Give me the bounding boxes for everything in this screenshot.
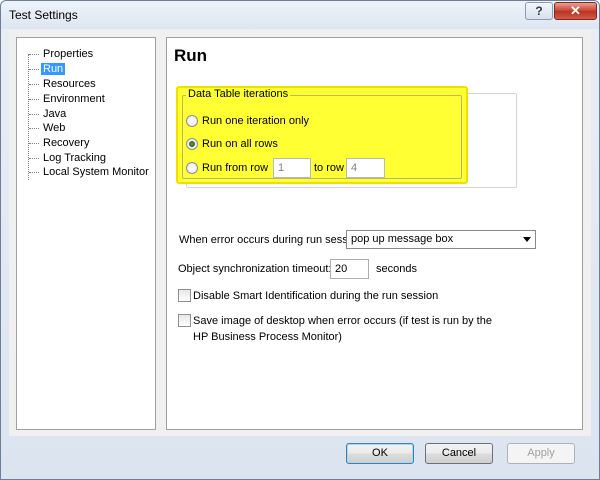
error-action-value: pop up message box [351,233,454,245]
tree-item-run[interactable]: Run [23,62,66,76]
tree-item-log-tracking[interactable]: Log Tracking [23,151,108,165]
radio-run-all-rows[interactable]: Run on all rows [186,137,386,151]
sync-timeout-input[interactable]: 20 [330,259,369,279]
tree-item-java[interactable]: Java [23,107,68,121]
error-label: When error occurs during run session: [179,234,366,246]
radio-run-one-iteration[interactable]: Run one iteration only [186,114,386,128]
settings-tree: Properties Run Resources Environment Jav… [16,37,156,430]
tree-item-environment[interactable]: Environment [23,92,107,106]
tree-item-resources[interactable]: Resources [23,77,98,91]
sync-timeout-label: Object synchronization timeout: [178,263,332,275]
radio-run-from-row[interactable]: Run from row [186,161,276,175]
dropdown-arrow-icon [523,237,531,242]
from-row-input[interactable]: 1 [273,158,311,178]
sync-timeout-unit: seconds [376,263,417,275]
window-title: Test Settings [9,8,78,22]
tree-item-properties[interactable]: Properties [23,47,95,61]
tree-item-local-system-monitor[interactable]: Local System Monitor [23,165,151,179]
save-image-label-line1: Save image of desktop when error occurs … [193,315,492,327]
apply-button[interactable]: Apply [507,443,575,464]
help-button[interactable]: ? [525,2,553,20]
cancel-button[interactable]: Cancel [425,443,493,464]
disable-smart-id-checkbox[interactable] [178,289,191,302]
save-image-label-line2: HP Business Process Monitor) [193,331,342,343]
radio-button-checked[interactable] [186,138,198,150]
tree-item-recovery[interactable]: Recovery [23,136,91,150]
close-button[interactable]: ✕ [554,2,597,20]
radio-button[interactable] [186,162,198,174]
error-action-dropdown[interactable]: pop up message box [346,230,536,249]
title-bar[interactable]: Test Settings ? ✕ [1,1,599,29]
disable-smart-id-label: Disable Smart Identification during the … [193,290,439,302]
to-row-label: to row [314,162,344,174]
page-title: Run [174,46,208,65]
tree-item-web[interactable]: Web [23,121,67,135]
to-row-input[interactable]: 4 [346,158,385,178]
radio-button[interactable] [186,115,198,127]
save-image-checkbox[interactable] [178,314,191,327]
iterations-group-legend: Data Table iterations [186,88,291,101]
ok-button[interactable]: OK [346,443,414,464]
